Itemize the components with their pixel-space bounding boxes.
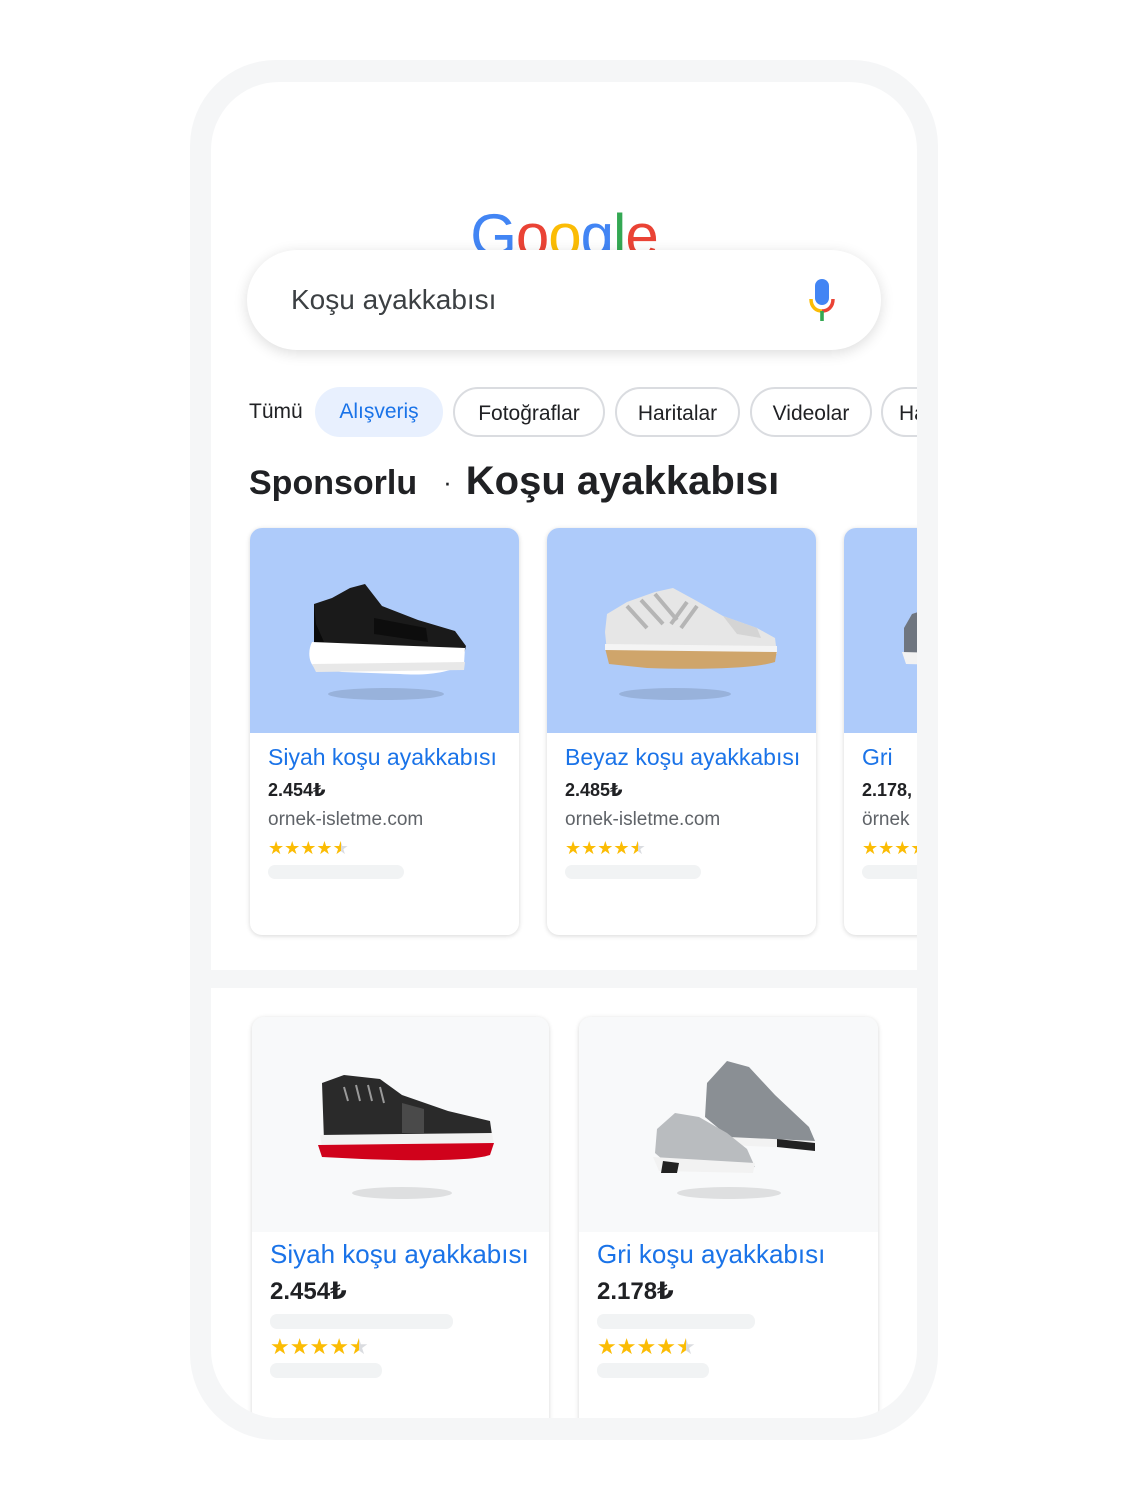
- rating-stars: ★★★★★: [862, 838, 917, 859]
- product-image[interactable]: [250, 528, 519, 733]
- product-image[interactable]: [579, 1017, 878, 1232]
- section-title: Koşu ayakkabısı: [465, 459, 780, 503]
- tab-videos[interactable]: Videolar: [750, 387, 872, 437]
- product-image[interactable]: [547, 528, 816, 733]
- placeholder-line: [862, 865, 917, 879]
- tab-maps[interactable]: Haritalar: [615, 387, 740, 437]
- rating-stars: ★★★★★: [268, 838, 349, 858]
- section-header: Sponsorlu · Koşu ayakkabısı: [249, 459, 779, 504]
- product-price: 2.178,: [862, 780, 913, 800]
- black-red-running-shoe-icon: [318, 1075, 494, 1199]
- rating-stars: ★★★★★: [597, 1334, 696, 1359]
- product-price: 2.485₺: [565, 780, 623, 800]
- white-sneaker-icon: [605, 588, 777, 700]
- merchant-site: ornek-isletme.com: [268, 809, 424, 830]
- sponsored-product-card[interactable]: Beyaz koşu ayakkabısı 2.485₺ ornek-islet…: [547, 528, 816, 935]
- sponsored-label: Sponsorlu: [249, 464, 418, 502]
- microphone-icon[interactable]: [807, 278, 837, 322]
- product-card[interactable]: Siyah koşu ayakkabısı 2.454₺ ★★★★★: [252, 1017, 549, 1418]
- tab-shopping[interactable]: Alışveriş: [315, 387, 443, 437]
- tab-images[interactable]: Fotoğraflar: [453, 387, 605, 437]
- placeholder-line: [597, 1314, 755, 1329]
- placeholder-line: [270, 1363, 382, 1378]
- sponsored-product-card[interactable]: Siyah koşu ayakkabısı 2.454₺ ornek-islet…: [250, 528, 519, 935]
- product-title[interactable]: Gri: [862, 744, 893, 771]
- black-slip-on-sneaker-icon: [309, 584, 466, 700]
- merchant-site: ornek-isletme.com: [565, 809, 721, 830]
- product-image[interactable]: [252, 1017, 549, 1232]
- tab-all[interactable]: Tümü: [249, 387, 303, 437]
- product-price: 2.454₺: [270, 1278, 347, 1305]
- grey-running-shoes-pair-icon: [653, 1061, 815, 1199]
- merchant-site: örnek: [862, 809, 910, 830]
- product-price: 2.178₺: [597, 1278, 674, 1305]
- product-image[interactable]: [844, 528, 917, 733]
- grey-sneaker-icon: [902, 612, 917, 665]
- section-divider: [211, 970, 917, 988]
- rating-stars: ★★★★★: [565, 838, 646, 858]
- search-filter-tabs: Tümü Alışveriş Fotoğraflar Haritalar Vid…: [211, 387, 917, 443]
- placeholder-line: [597, 1363, 709, 1378]
- placeholder-line: [565, 865, 701, 879]
- placeholder-line: [270, 1314, 453, 1329]
- search-box[interactable]: Koşu ayakkabısı: [247, 250, 881, 350]
- product-title[interactable]: Beyaz koşu ayakkabısı: [565, 744, 800, 771]
- placeholder-line: [268, 865, 404, 879]
- product-title[interactable]: Gri koşu ayakkabısı: [597, 1239, 825, 1270]
- search-input[interactable]: Koşu ayakkabısı: [291, 284, 496, 316]
- sponsored-product-card[interactable]: Gri 2.178, örnek ★★★★★: [844, 528, 917, 935]
- separator: ·: [443, 467, 452, 497]
- rating-stars: ★★★★★: [270, 1334, 369, 1359]
- tab-more[interactable]: Ha: [881, 387, 917, 437]
- product-price: 2.454₺: [268, 780, 326, 800]
- phone-screen: Google Koşu ayakkabısı Tümü Alışveriş Fo…: [211, 82, 917, 1418]
- product-title[interactable]: Siyah koşu ayakkabısı: [270, 1239, 529, 1270]
- product-card[interactable]: Gri koşu ayakkabısı 2.178₺ ★★★★★: [579, 1017, 878, 1418]
- product-title[interactable]: Siyah koşu ayakkabısı: [268, 744, 497, 771]
